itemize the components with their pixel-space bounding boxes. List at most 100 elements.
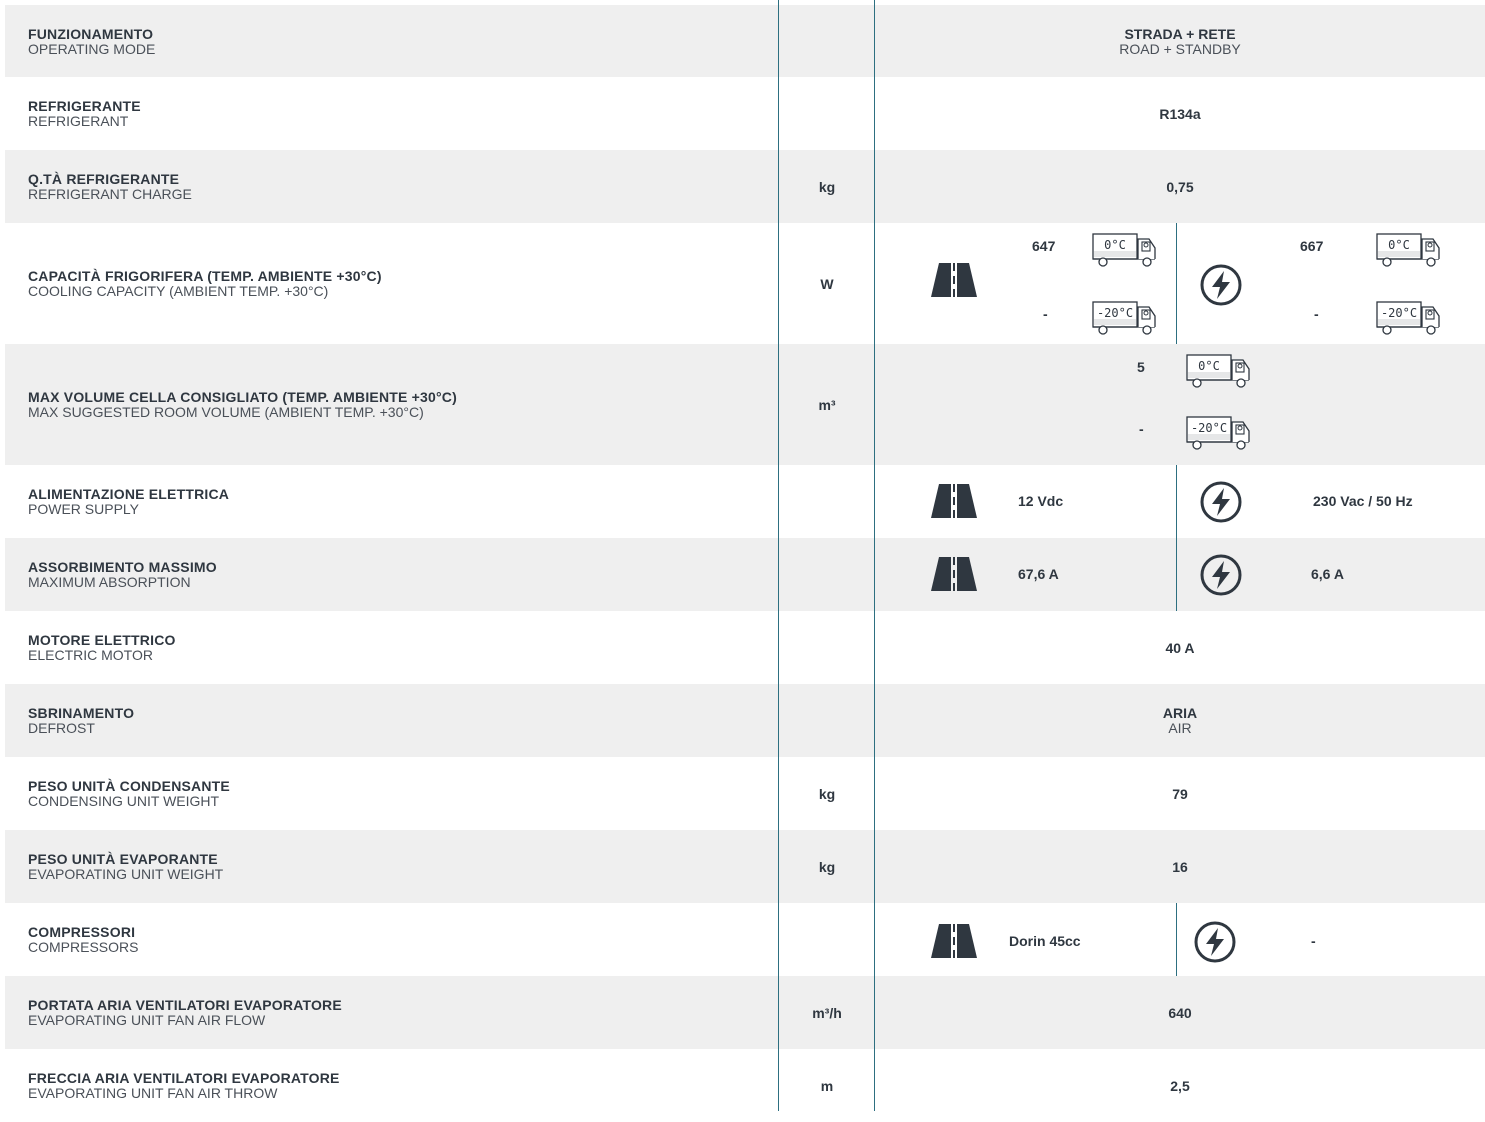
svg-text:-20°C: -20°C [1097,306,1133,320]
label-it: MOTORE ELETTRICO [28,632,176,648]
column-divider [778,0,779,1111]
table-row: ALIMENTAZIONE ELETTRICA POWER SUPPLY 12 … [5,465,1485,538]
row-label: ALIMENTAZIONE ELETTRICA POWER SUPPLY [28,465,229,538]
table-row: SBRINAMENTO DEFROST ARIA AIR [5,684,1485,757]
label-en: EVAPORATING UNIT FAN AIR THROW [28,1085,278,1101]
value-cell: 12 Vdc 230 Vac / 50 Hz [875,465,1485,538]
label-en: ELECTRIC MOTOR [28,647,153,663]
svg-text:-20°C: -20°C [1381,306,1417,320]
unit-cell [779,611,875,684]
volume-0c-value: 5 [1137,359,1145,375]
unit-cell [779,77,875,150]
label-it: PESO UNITÀ EVAPORANTE [28,851,218,867]
grid-value: 6,6 A [1311,566,1344,582]
svg-text:0°C: 0°C [1388,238,1410,252]
table-row: PESO UNITÀ EVAPORANTE EVAPORATING UNIT W… [5,830,1485,903]
value-cell: 5 0°C - -20°C [875,344,1485,465]
road-0c-value: 647 [1032,238,1056,254]
label-en: OPERATING MODE [28,40,156,57]
unit-cell: kg [818,178,836,195]
unit-cell [779,538,875,611]
table-row: ASSORBIMENTO MASSIMO MAXIMUM ABSORPTION … [5,538,1485,611]
svg-text:-20°C: -20°C [1191,421,1227,435]
label-it: REFRIGERANTE [28,98,141,114]
road-value: 67,6 A [1018,566,1059,582]
value: 0,75 [1166,178,1194,195]
label-en: REFRIGERANT [28,113,129,129]
table-row: COMPRESSORI COMPRESSORS Dorin 45cc - [5,903,1485,976]
label-en: POWER SUPPLY [28,501,139,517]
value-cell: 0,75 [875,150,1485,223]
truck-minus20c-icon: -20°C [1186,416,1250,450]
table-row: CAPACITÀ FRIGORIFERA (TEMP. AMBIENTE +30… [5,223,1485,344]
label-it: PORTATA ARIA VENTILATORI EVAPORATORE [28,997,342,1013]
label-en: MAX SUGGESTED ROOM VOLUME (AMBIENT TEMP.… [28,404,424,420]
grid-0c-value: 667 [1300,238,1324,254]
value-cell: 79 [875,757,1485,830]
row-label: Q.TÀ REFRIGERANTE REFRIGERANT CHARGE [28,150,192,223]
value: 16 [1172,858,1188,875]
label-it: MAX VOLUME CELLA CONSIGLIATO (TEMP. AMBI… [28,389,457,405]
svg-text:0°C: 0°C [1198,359,1220,373]
label-en: CONDENSING UNIT WEIGHT [28,793,220,809]
table-row: REFRIGERANTE REFRIGERANT R134a [5,77,1485,150]
road-icon [931,557,977,591]
row-label: PESO UNITÀ CONDENSANTE CONDENSING UNIT W… [28,757,230,830]
value-cell: 16 [875,830,1485,903]
table-row: MAX VOLUME CELLA CONSIGLIATO (TEMP. AMBI… [5,344,1485,465]
label-en: EVAPORATING UNIT WEIGHT [28,866,224,882]
label-en: MAXIMUM ABSORPTION [28,574,191,590]
unit-cell: m [820,1077,834,1094]
value-it: STRADA + RETE [1124,25,1236,42]
label-en: EVAPORATING UNIT FAN AIR FLOW [28,1012,266,1028]
label-it: ALIMENTAZIONE ELETTRICA [28,486,230,502]
value-cell: 67,6 A 6,6 A [875,538,1485,611]
value: 40 A [1165,639,1195,656]
volume-minus20c-value: - [1139,421,1144,437]
label-en: COMPRESSORS [28,939,139,955]
value-cell: Dorin 45cc - [875,903,1485,976]
unit-cell: m³/h [812,1004,842,1021]
label-it: Q.TÀ REFRIGERANTE [28,171,180,187]
table-row: FUNZIONAMENTO OPERATING MODE STRADA + RE… [5,5,1485,77]
road-icon [931,484,977,518]
lightning-icon [1200,264,1242,306]
value: 640 [1168,1004,1192,1021]
label-en: REFRIGERANT CHARGE [28,186,192,202]
value-cell: 40 A [875,611,1485,684]
road-minus20c-value: - [1043,306,1048,322]
table-row: MOTORE ELETTRICO ELECTRIC MOTOR 40 A [5,611,1485,684]
unit-cell [779,684,875,757]
table-row: FRECCIA ARIA VENTILATORI EVAPORATORE EVA… [5,1049,1485,1122]
truck-minus20c-icon: -20°C [1376,301,1440,335]
unit-cell: kg [818,858,836,875]
label-it: COMPRESSORI [28,924,136,940]
grid-value: 230 Vac / 50 Hz [1313,493,1413,509]
road-value: 12 Vdc [1018,493,1064,509]
row-label: COMPRESSORI COMPRESSORS [28,903,138,976]
table-row: PORTATA ARIA VENTILATORI EVAPORATORE EVA… [5,976,1485,1049]
lightning-icon [1194,921,1236,963]
mode-divider [1176,465,1177,538]
value-cell: ARIA AIR [875,684,1485,757]
spec-table: FUNZIONAMENTO OPERATING MODE STRADA + RE… [5,5,1485,1122]
row-label: ASSORBIMENTO MASSIMO MAXIMUM ABSORPTION [28,538,217,611]
value-en: ROAD + STANDBY [1119,40,1241,57]
grid-value: - [1311,933,1316,949]
value-cell: STRADA + RETE ROAD + STANDBY [875,5,1485,77]
svg-text:0°C: 0°C [1104,238,1126,252]
value: 79 [1172,785,1188,802]
table-row: Q.TÀ REFRIGERANTE REFRIGERANT CHARGE kg … [5,150,1485,223]
label-it: ASSORBIMENTO MASSIMO [28,559,217,575]
road-icon [931,924,977,958]
label-it: FRECCIA ARIA VENTILATORI EVAPORATORE [28,1070,340,1086]
label-it: PESO UNITÀ CONDENSANTE [28,778,230,794]
lightning-icon [1200,554,1242,596]
value-cell: 2,5 [875,1049,1485,1122]
row-label: PESO UNITÀ EVAPORANTE EVAPORATING UNIT W… [28,830,223,903]
value: R134a [1159,105,1201,122]
value-en: AIR [1168,720,1192,736]
unit-cell [779,5,875,77]
label-en: DEFROST [28,720,95,736]
mode-divider [1176,223,1177,344]
